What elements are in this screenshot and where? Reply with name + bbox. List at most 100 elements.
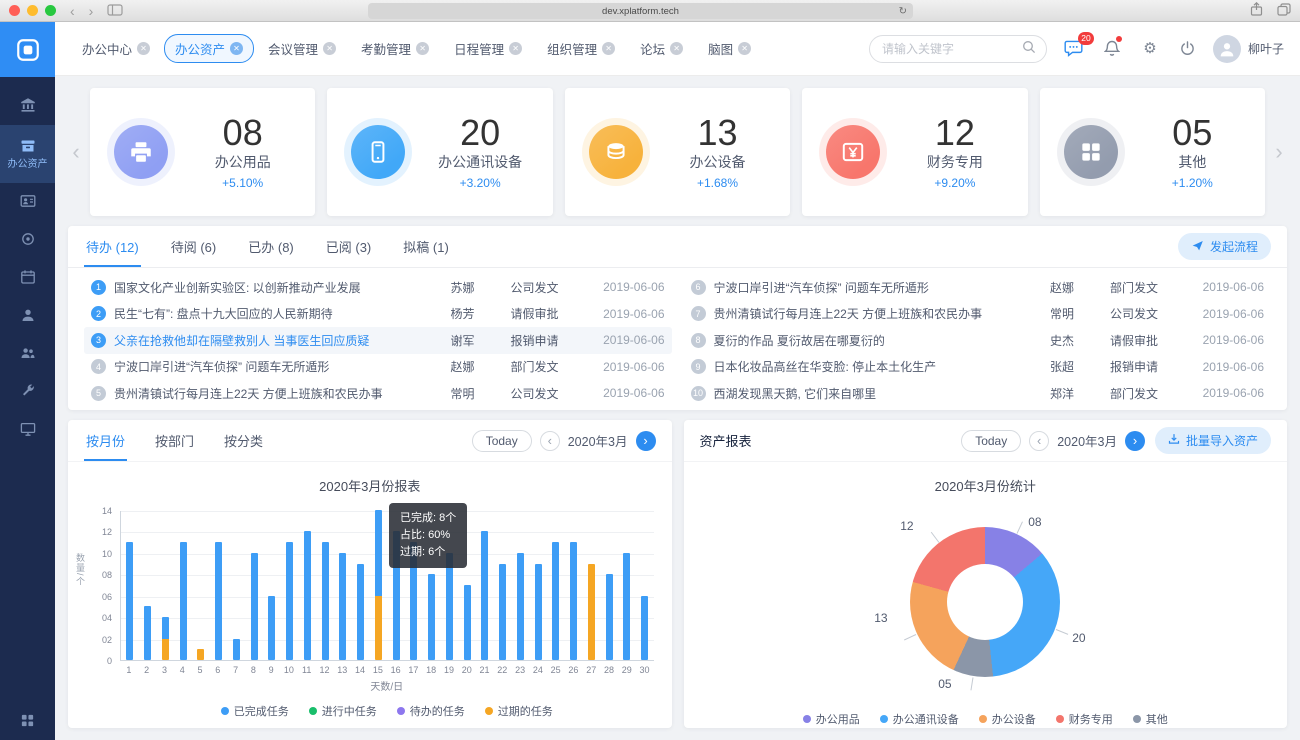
nav-tab[interactable]: 脑图✕ (697, 34, 762, 63)
nav-tab[interactable]: 组织管理✕ (536, 34, 626, 63)
stat-card[interactable]: 13办公设备+1.68% (565, 88, 790, 216)
tasks-tab[interactable]: 拟稿 (1) (401, 226, 451, 267)
browser-sidebar-icon[interactable] (107, 1, 123, 21)
task-row[interactable]: 8夏衍的作品 夏衍故居在哪夏衍的史杰请假审批2019-06-06 (684, 327, 1272, 354)
bar-column[interactable] (281, 511, 299, 660)
sidebar-item-asset[interactable]: 办公资产 (0, 125, 55, 183)
settings-icon[interactable]: ⚙ (1139, 38, 1161, 60)
bar-column[interactable] (157, 511, 175, 660)
stat-card[interactable]: 08办公用品+5.10% (90, 88, 315, 216)
prev-month-button-assets[interactable]: ‹ (1029, 431, 1049, 451)
bar-column[interactable] (476, 511, 494, 660)
tab-close-icon[interactable]: ✕ (509, 42, 522, 55)
notifications-icon[interactable] (1101, 38, 1123, 60)
bar-column[interactable] (228, 511, 246, 660)
reload-icon[interactable]: ↻ (899, 6, 907, 17)
tab-close-icon[interactable]: ✕ (670, 42, 683, 55)
tab-close-icon[interactable]: ✕ (738, 42, 751, 55)
search-icon[interactable] (1022, 40, 1036, 57)
nav-tab[interactable]: 办公资产✕ (164, 34, 254, 63)
bar-column[interactable] (299, 511, 317, 660)
tasks-tab[interactable]: 待办 (12) (84, 226, 141, 267)
user-menu[interactable]: 柳叶子 (1213, 35, 1284, 63)
carousel-right-arrow[interactable]: › (1271, 139, 1287, 165)
messages-icon[interactable]: 20 (1063, 38, 1085, 60)
task-row[interactable]: 1国家文化产业创新实验区: 以创新推动产业发展苏娜公司发文2019-06-06 (84, 274, 672, 301)
bar-column[interactable] (139, 511, 157, 660)
task-row[interactable]: 5贵州清镇试行每月连上22天 方便上班族和农民办事常明公司发文2019-06-0… (84, 380, 672, 407)
bar-column[interactable] (600, 511, 618, 660)
task-row[interactable]: 7贵州清镇试行每月连上22天 方便上班族和农民办事常明公司发文2019-06-0… (684, 301, 1272, 328)
bulk-import-button[interactable]: 批量导入资产 (1155, 427, 1271, 454)
search-input[interactable] (880, 41, 1022, 57)
task-row[interactable]: 6宁波口岸引进“汽车侦探” 问题车无所遁形赵娜部门发文2019-06-06 (684, 274, 1272, 301)
sidebar-item-user[interactable] (0, 297, 55, 335)
bar-column[interactable] (263, 511, 281, 660)
stat-card[interactable]: 12财务专用+9.20% (802, 88, 1027, 216)
sidebar-item-team[interactable] (0, 335, 55, 373)
legend-item[interactable]: 待办的任务 (397, 703, 465, 719)
tab-close-icon[interactable]: ✕ (230, 42, 243, 55)
bar-column[interactable] (245, 511, 263, 660)
today-button-monthly[interactable]: Today (472, 430, 532, 452)
bar-column[interactable] (316, 511, 334, 660)
bar-column[interactable] (210, 511, 228, 660)
bar-column[interactable] (494, 511, 512, 660)
grid-icon[interactable] (0, 713, 55, 728)
nav-tab[interactable]: 会议管理✕ (257, 34, 347, 63)
stat-card[interactable]: 05其他+1.20% (1040, 88, 1265, 216)
sidebar-item-monitor[interactable] (0, 411, 55, 449)
today-button-assets[interactable]: Today (961, 430, 1021, 452)
browser-forward-button[interactable]: › (89, 1, 94, 21)
legend-item[interactable]: 办公设备 (979, 711, 1036, 727)
bar-column[interactable] (636, 511, 654, 660)
sidebar-item-contacts[interactable] (0, 183, 55, 221)
app-logo[interactable] (0, 22, 55, 77)
carousel-left-arrow[interactable]: ‹ (68, 139, 84, 165)
window-minimize-button[interactable] (27, 5, 38, 16)
nav-tab[interactable]: 考勤管理✕ (350, 34, 440, 63)
start-flow-button[interactable]: 发起流程 (1178, 233, 1271, 260)
legend-item[interactable]: 办公通讯设备 (880, 711, 959, 727)
bar-column[interactable] (192, 511, 210, 660)
bar-column[interactable] (583, 511, 601, 660)
monthly-tab[interactable]: 按部门 (153, 420, 196, 461)
prev-month-button-monthly[interactable]: ‹ (540, 431, 560, 451)
tasks-tab[interactable]: 已办 (8) (246, 226, 296, 267)
bar-column[interactable] (618, 511, 636, 660)
bar-column[interactable] (174, 511, 192, 660)
monthly-tab[interactable]: 按分类 (222, 420, 265, 461)
bar-column[interactable] (547, 511, 565, 660)
donut-ring[interactable] (910, 527, 1060, 677)
sidebar-item-bank[interactable] (0, 87, 55, 125)
task-row[interactable]: 9日本化妆品高丝在华变脸: 停止本土化生产张超报销申请2019-06-06 (684, 354, 1272, 381)
legend-item[interactable]: 进行中任务 (309, 703, 377, 719)
next-month-button-monthly[interactable]: › (636, 431, 656, 451)
tab-close-icon[interactable]: ✕ (137, 42, 150, 55)
tab-overview-icon[interactable] (1277, 3, 1291, 19)
bar-column[interactable] (565, 511, 583, 660)
bar-column[interactable] (121, 511, 139, 660)
sidebar-item-wrench[interactable] (0, 373, 55, 411)
legend-item[interactable]: 财务专用 (1056, 711, 1113, 727)
bar-column[interactable] (352, 511, 370, 660)
nav-tab[interactable]: 论坛✕ (629, 34, 694, 63)
nav-tab[interactable]: 日程管理✕ (443, 34, 533, 63)
nav-tab[interactable]: 办公中心✕ (71, 34, 161, 63)
next-month-button-assets[interactable]: › (1125, 431, 1145, 451)
browser-back-button[interactable]: ‹ (70, 1, 75, 21)
task-row[interactable]: 2民生“七有”: 盘点十九大回应的人民新期待杨芳请假审批2019-06-06 (84, 301, 672, 328)
legend-item[interactable]: 已完成任务 (221, 703, 289, 719)
tasks-tab[interactable]: 待阅 (6) (169, 226, 219, 267)
legend-item[interactable]: 办公用品 (803, 711, 860, 727)
legend-item[interactable]: 其他 (1133, 711, 1168, 727)
tab-close-icon[interactable]: ✕ (323, 42, 336, 55)
url-bar[interactable]: dev.xplatform.tech ↻ (368, 3, 913, 19)
tab-close-icon[interactable]: ✕ (416, 42, 429, 55)
tasks-tab[interactable]: 已阅 (3) (324, 226, 374, 267)
task-row[interactable]: 3父亲在抢救他却在隔壁救别人 当事医生回应质疑谢军报销申请2019-06-06 (84, 327, 672, 354)
bar-column[interactable] (334, 511, 352, 660)
bar-column[interactable] (512, 511, 530, 660)
monthly-tab[interactable]: 按月份 (84, 420, 127, 461)
share-icon[interactable] (1250, 2, 1263, 19)
